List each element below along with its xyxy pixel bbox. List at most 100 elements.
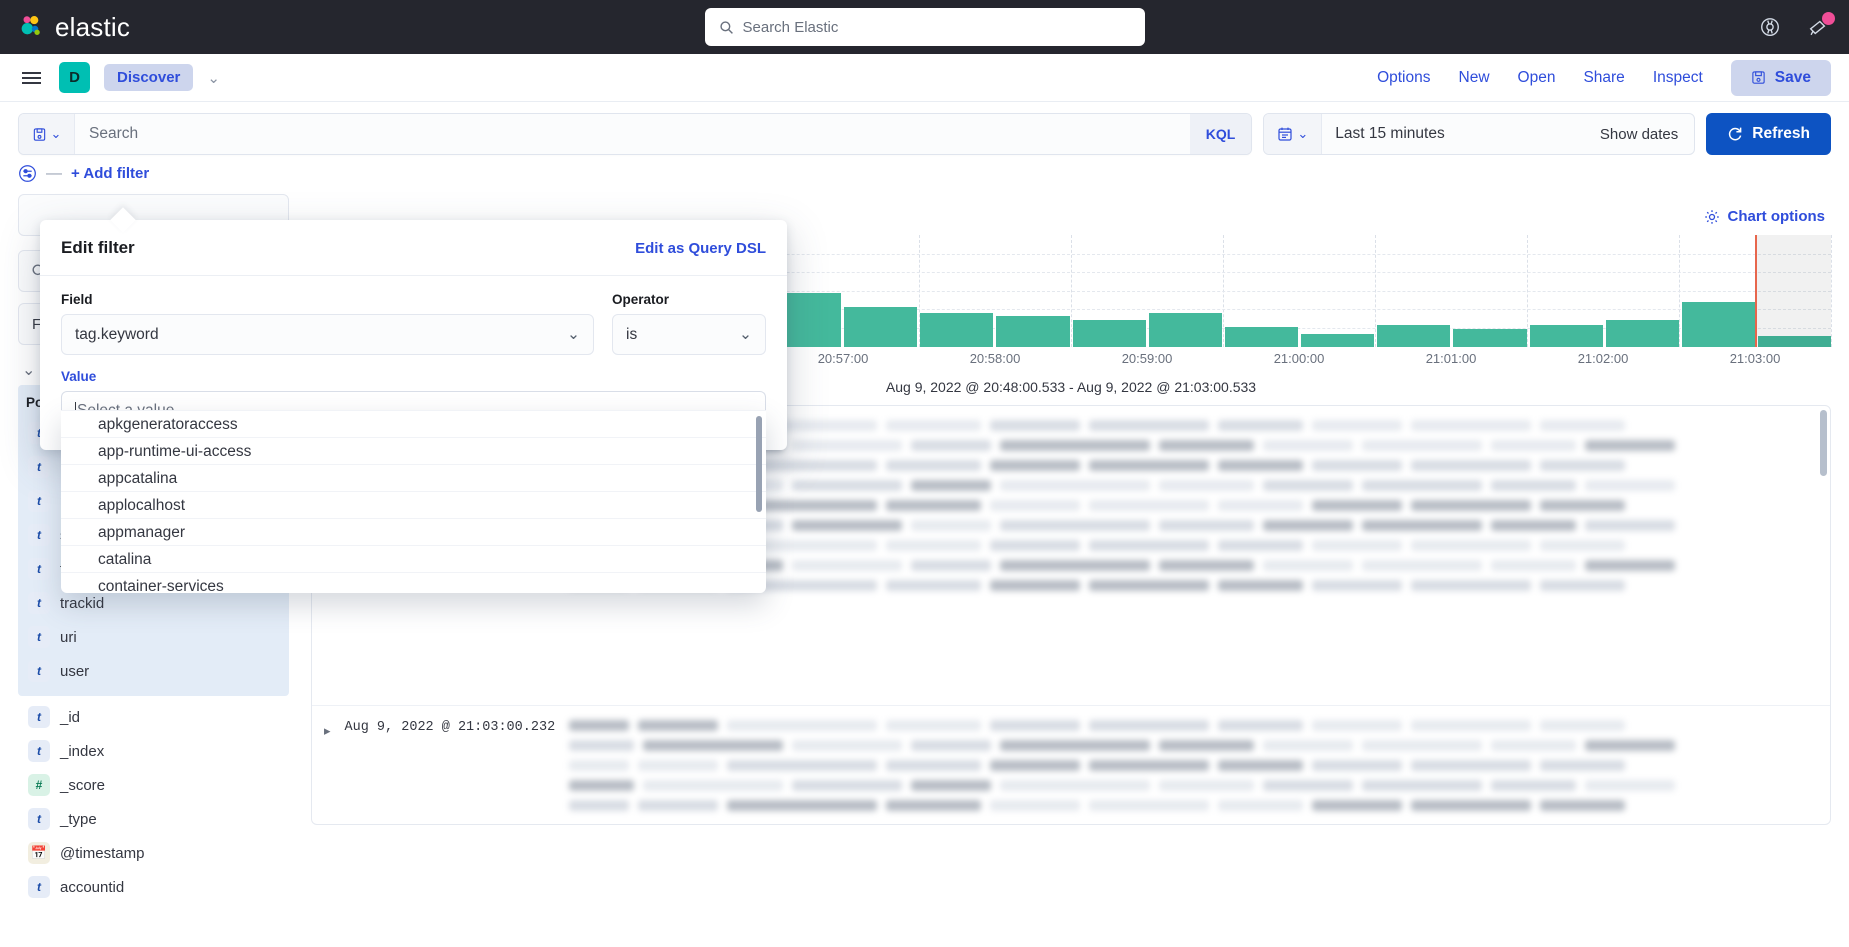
field-combobox[interactable]: tag.keyword ⌄: [61, 314, 594, 355]
hamburger-menu-icon[interactable]: [18, 68, 45, 88]
x-axis-tick: 20:57:00: [818, 351, 869, 366]
elastic-logo[interactable]: elastic: [18, 12, 130, 43]
histogram-bar[interactable]: [1606, 320, 1679, 347]
document-text-token: [886, 540, 981, 551]
histogram-bar[interactable]: [1682, 302, 1755, 347]
document-text-token: [990, 420, 1080, 431]
open-link[interactable]: Open: [1518, 69, 1556, 87]
document-text-token: [1159, 560, 1254, 571]
filter-bar: — + Add filter: [0, 155, 1849, 194]
value-option[interactable]: applocalhost: [61, 491, 766, 518]
query-language-button[interactable]: KQL: [1190, 114, 1252, 154]
value-option[interactable]: app-runtime-ui-access: [61, 437, 766, 464]
histogram-bar[interactable]: [1301, 334, 1374, 347]
field-row[interactable]: # _score: [18, 768, 289, 802]
string-type-icon: t: [28, 740, 50, 762]
value-option[interactable]: appmanager: [61, 518, 766, 545]
document-text-token: [1000, 520, 1150, 531]
document-text-token: [569, 780, 634, 791]
document-text-token: [1362, 560, 1482, 571]
field-row[interactable]: t _index: [18, 734, 289, 768]
new-link[interactable]: New: [1459, 69, 1490, 87]
date-quick-menu-button[interactable]: ⌄: [1264, 114, 1322, 154]
edit-as-query-dsl-link[interactable]: Edit as Query DSL: [635, 240, 766, 257]
value-option[interactable]: apkgeneratoraccess: [61, 410, 766, 437]
search-input[interactable]: [75, 114, 1190, 154]
help-circle-icon[interactable]: [1759, 16, 1781, 38]
string-type-icon: t: [28, 558, 50, 580]
popover-title: Edit filter: [61, 238, 135, 258]
field-name: _score: [60, 777, 105, 794]
chevron-right-icon[interactable]: ▸: [324, 720, 331, 739]
filter-list-icon[interactable]: [18, 164, 37, 183]
operator-combobox[interactable]: is ⌄: [612, 314, 766, 355]
document-text-token: [569, 740, 634, 751]
string-type-icon: t: [28, 660, 50, 682]
chevron-down-icon: ⌄: [51, 126, 62, 142]
document-text-token: [638, 720, 718, 731]
x-axis-tick: 20:59:00: [1122, 351, 1173, 366]
histogram-bar[interactable]: [844, 307, 917, 347]
date-range-display[interactable]: Last 15 minutes: [1322, 125, 1584, 143]
app-actions: Options New Open Share Inspect Save: [1377, 60, 1831, 96]
field-name: trackid: [60, 595, 104, 612]
table-row[interactable]: ▸ Aug 9, 2022 @ 21:03:00.232: [312, 706, 1830, 825]
histogram-bar[interactable]: [1530, 325, 1603, 347]
breadcrumb[interactable]: Discover: [104, 64, 193, 91]
value-option[interactable]: catalina: [61, 545, 766, 572]
space-avatar[interactable]: D: [59, 62, 90, 93]
document-text-token: [1263, 740, 1353, 751]
document-text-token: [886, 720, 981, 731]
chart-options-button[interactable]: Chart options: [1704, 208, 1826, 225]
show-dates-button[interactable]: Show dates: [1584, 126, 1694, 143]
string-type-icon: t: [28, 524, 50, 546]
inspect-link[interactable]: Inspect: [1653, 69, 1703, 87]
document-text-token: [643, 740, 783, 751]
histogram-bar[interactable]: [920, 313, 993, 347]
histogram-bar[interactable]: [1073, 320, 1146, 347]
document-text-token: [911, 480, 991, 491]
notification-badge: [1822, 12, 1835, 25]
value-option[interactable]: container-services: [61, 572, 766, 593]
saved-query-button[interactable]: ⌄: [19, 114, 75, 154]
document-text-token: [1411, 540, 1531, 551]
save-disk-icon: [32, 127, 47, 142]
document-text-token: [1263, 780, 1353, 791]
document-text-token: [911, 520, 991, 531]
global-search-input[interactable]: Search Elastic: [705, 8, 1145, 46]
document-text-token: [1089, 420, 1209, 431]
global-header-actions: [1759, 16, 1829, 38]
field-row[interactable]: t _type: [18, 802, 289, 836]
document-text-token: [1362, 520, 1482, 531]
share-link[interactable]: Share: [1583, 69, 1624, 87]
save-button[interactable]: Save: [1731, 60, 1831, 96]
histogram-bar[interactable]: [1225, 327, 1298, 347]
value-option[interactable]: appcatalina: [61, 464, 766, 491]
field-row[interactable]: 📅 @timestamp: [18, 836, 289, 870]
histogram-bar[interactable]: [1149, 313, 1222, 347]
chevron-down-icon[interactable]: ⌄: [207, 69, 220, 87]
document-text-token: [886, 420, 981, 431]
histogram-bar[interactable]: [1377, 325, 1450, 347]
histogram-bar[interactable]: [996, 316, 1069, 347]
operator-group: Operator is ⌄: [612, 292, 766, 355]
options-link[interactable]: Options: [1377, 69, 1430, 87]
megaphone-icon[interactable]: [1807, 16, 1829, 38]
add-filter-button[interactable]: + Add filter: [71, 165, 149, 182]
field-row[interactable]: t _id: [18, 700, 289, 734]
document-text-token: [1585, 780, 1675, 791]
document-text-token: [1218, 580, 1303, 591]
histogram-bar[interactable]: [1453, 329, 1526, 347]
operator-label: Operator: [612, 292, 766, 307]
options-scrollbar[interactable]: [756, 416, 762, 512]
field-row[interactable]: t user: [18, 654, 289, 688]
document-text-token: [1312, 460, 1402, 471]
table-scrollbar[interactable]: [1820, 410, 1827, 476]
document-text-token: [1362, 780, 1482, 791]
field-row[interactable]: t uri: [18, 620, 289, 654]
refresh-button[interactable]: Refresh: [1706, 113, 1831, 155]
document-text-token: [1540, 760, 1625, 771]
value-options-list[interactable]: apkgeneratoraccessapp-runtime-ui-accessa…: [61, 410, 766, 593]
field-row[interactable]: t accountid: [18, 870, 289, 904]
document-text-token: [911, 440, 991, 451]
